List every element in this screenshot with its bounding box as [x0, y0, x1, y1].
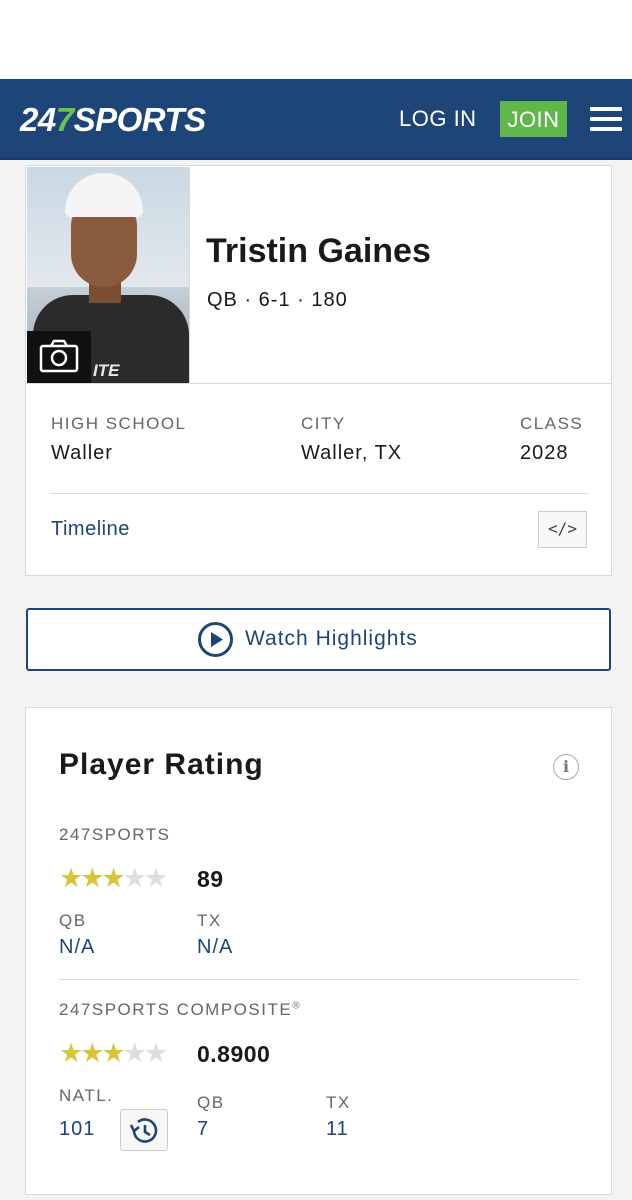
watch-highlights-button[interactable]: Watch Highlights: [26, 608, 611, 671]
star-empty-icon: ★: [143, 1038, 168, 1068]
247sports-rating-label: 247SPORTS: [59, 825, 171, 844]
star-empty-icon: ★: [122, 1038, 147, 1068]
composite-star-rating: ★★★★★: [59, 1038, 168, 1068]
star-filled-icon: ★: [80, 1038, 104, 1068]
position-rank-label: QB: [197, 1093, 225, 1112]
star-filled-icon: ★: [59, 1038, 83, 1068]
camera-icon[interactable]: [27, 331, 91, 383]
history-icon[interactable]: [120, 1109, 168, 1151]
player-profile-card: ITE Tristin Gaines QB · 6-1 · 180 HIGH S…: [25, 165, 612, 576]
state-rank-value[interactable]: N/A: [197, 936, 233, 959]
status-bar: [0, 0, 632, 79]
247sports-star-rating: ★★★★★: [59, 863, 168, 893]
top-navigation: 247SPORTS LOG IN JOIN: [0, 79, 632, 160]
composite-rating-label: 247SPORTS COMPOSITE®: [59, 1000, 302, 1019]
state-rank-value[interactable]: 11: [326, 1118, 349, 1141]
info-icon[interactable]: i: [553, 754, 579, 780]
star-filled-icon: ★: [101, 1038, 125, 1068]
state-rank-label: TX: [326, 1093, 351, 1112]
star-filled-icon: ★: [80, 863, 104, 893]
player-name: Tristin Gaines: [206, 232, 431, 270]
player-position-height-weight: QB · 6-1 · 180: [207, 289, 348, 311]
divider: [50, 493, 588, 494]
high-school-label: HIGH SCHOOL: [51, 414, 187, 433]
class-label: CLASS: [520, 414, 584, 433]
join-button[interactable]: JOIN: [500, 101, 567, 137]
city-value: Waller, TX: [301, 442, 403, 464]
timeline-link[interactable]: Timeline: [51, 518, 130, 541]
composite-score: 0.8900: [197, 1041, 271, 1067]
divider: [59, 979, 579, 980]
star-empty-icon: ★: [143, 863, 168, 893]
embed-code-button[interactable]: </>: [538, 511, 587, 548]
player-rating-card: Player Rating i 247SPORTS ★★★★★ 89 QB N/…: [25, 707, 612, 1195]
site-logo[interactable]: 247SPORTS: [20, 101, 206, 139]
city-label: CITY: [301, 414, 346, 433]
rating-title: Player Rating: [59, 748, 264, 781]
photo-jersey-text: ITE: [93, 361, 120, 380]
play-circle-icon: [198, 622, 233, 657]
national-rank-label: NATL.: [59, 1086, 114, 1105]
position-rank-label: QB: [59, 911, 87, 930]
hamburger-menu-icon[interactable]: [590, 107, 622, 131]
position-rank-value[interactable]: 7: [197, 1118, 209, 1141]
national-rank-value[interactable]: 101: [59, 1118, 95, 1141]
high-school-value: Waller: [51, 442, 113, 464]
state-rank-label: TX: [197, 911, 222, 930]
divider: [26, 383, 611, 384]
star-filled-icon: ★: [59, 863, 83, 893]
247sports-score: 89: [197, 866, 224, 892]
class-value: 2028: [520, 442, 569, 464]
star-filled-icon: ★: [101, 863, 125, 893]
position-rank-value[interactable]: N/A: [59, 936, 95, 959]
login-link[interactable]: LOG IN: [399, 106, 477, 132]
star-empty-icon: ★: [122, 863, 147, 893]
watch-highlights-label: Watch Highlights: [245, 627, 418, 650]
